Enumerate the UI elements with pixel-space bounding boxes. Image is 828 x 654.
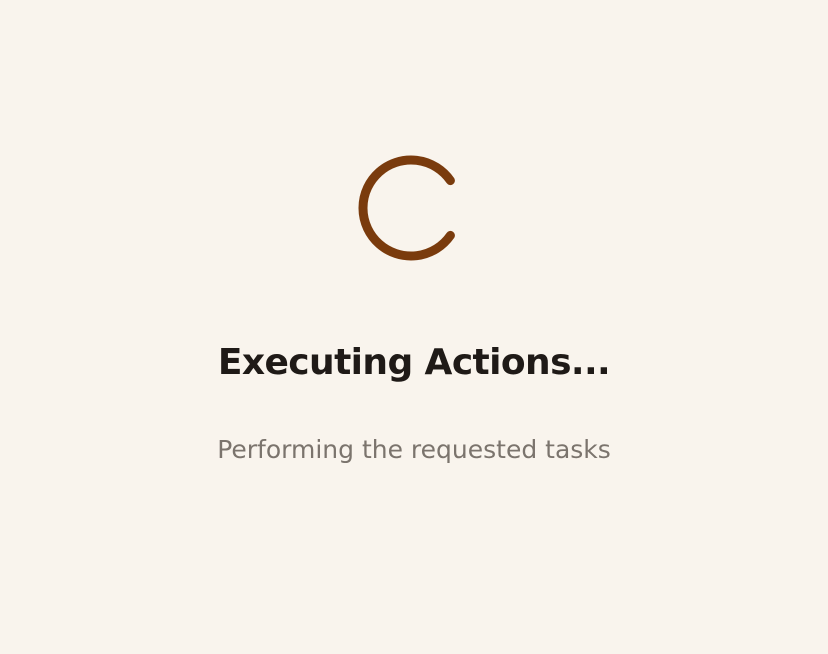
loading-title: Executing Actions... <box>217 342 611 384</box>
loading-spinner-arc <box>358 155 455 261</box>
loading-screen: Executing Actions... Performing the requ… <box>0 0 828 654</box>
loading-subtitle: Performing the requested tasks <box>217 435 611 464</box>
loading-spinner-icon <box>354 153 464 263</box>
